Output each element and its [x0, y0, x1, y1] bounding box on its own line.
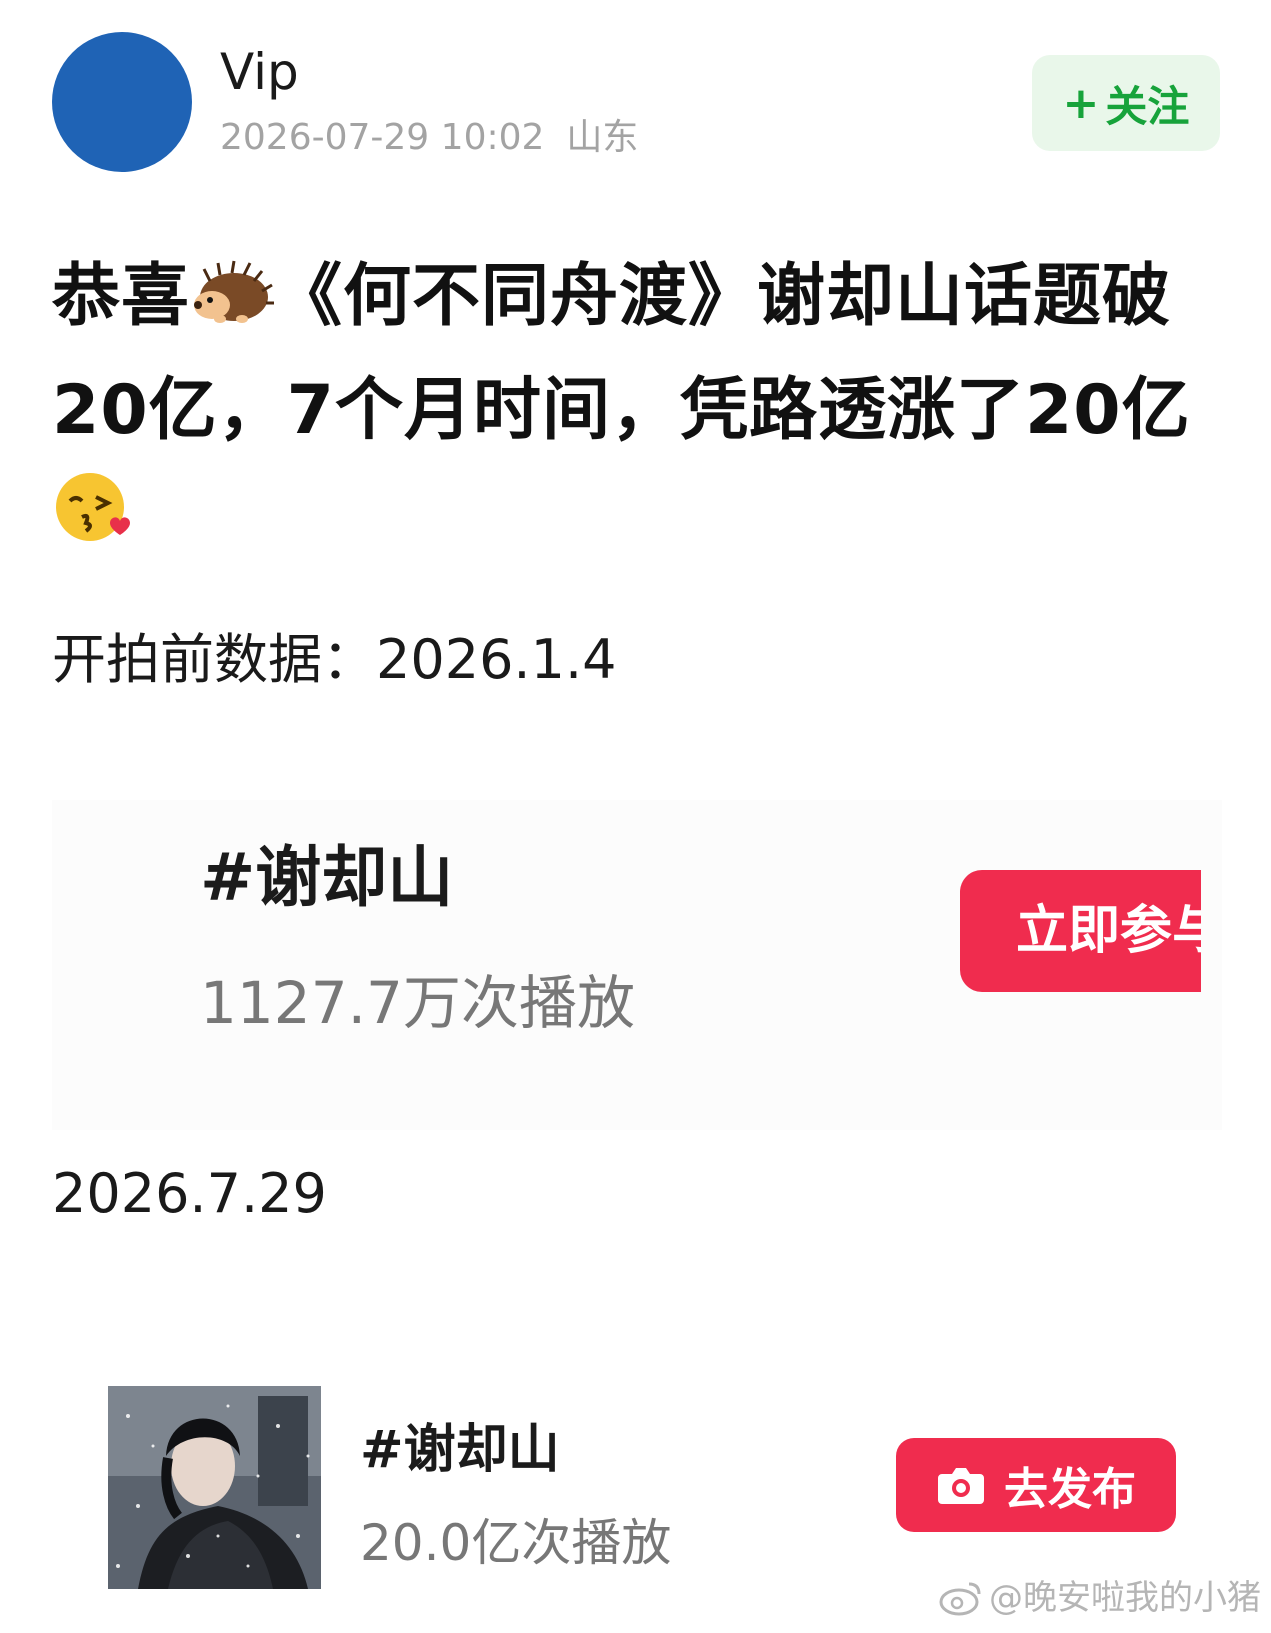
- follow-label: 关注: [1105, 81, 1190, 131]
- avatar[interactable]: [52, 32, 192, 172]
- kissing-face-icon: [52, 467, 132, 577]
- join-button[interactable]: 立即参与: [960, 870, 1201, 992]
- topic-name[interactable]: #谢却山: [200, 838, 453, 918]
- after-date-label: 2026.7.29: [52, 1162, 327, 1225]
- before-date-label: 开拍前数据：2026.1.4: [52, 628, 617, 691]
- topic-thumbnail[interactable]: [108, 1386, 321, 1589]
- post-title-part1: 恭喜: [52, 257, 191, 336]
- camera-icon: [936, 1464, 986, 1506]
- plus-icon: +: [1062, 77, 1100, 129]
- hedgehog-icon: [190, 255, 275, 359]
- username[interactable]: Vip: [220, 42, 299, 102]
- publish-label: 去发布: [1004, 1464, 1136, 1515]
- follow-button[interactable]: + 关注: [1032, 55, 1220, 151]
- watermark-text: @晚安啦我的小猪: [989, 1578, 1261, 1618]
- watermark: @晚安啦我的小猪: [939, 1576, 1261, 1620]
- post-timestamp: 2026-07-29 10:02: [220, 117, 545, 158]
- post-location: 山东: [566, 117, 639, 158]
- weibo-icon: [939, 1580, 983, 1616]
- publish-button[interactable]: 去发布: [896, 1438, 1176, 1532]
- topic-views: 1127.7万次播放: [200, 969, 635, 1037]
- post-meta: 2026-07-29 10:02 山东: [220, 116, 638, 160]
- topic-name[interactable]: #谢却山: [360, 1418, 560, 1482]
- post-title: 恭喜 《何不同舟渡》谢却山话题破20亿，7个月时间，凭路透涨了20亿: [52, 245, 1222, 577]
- topic-views: 20.0亿次播放: [360, 1514, 672, 1572]
